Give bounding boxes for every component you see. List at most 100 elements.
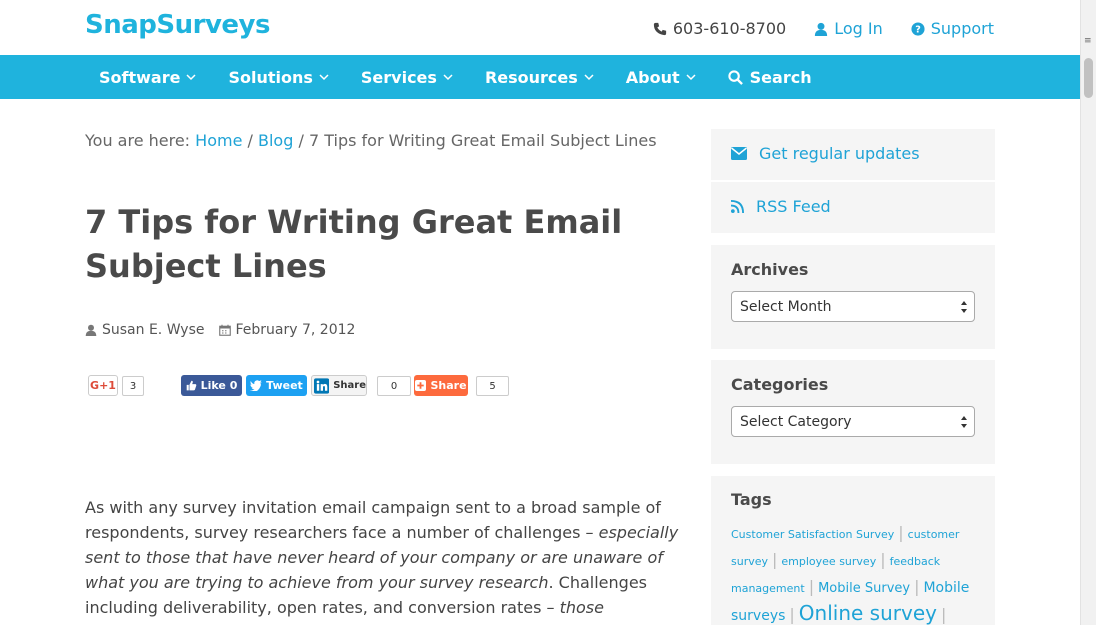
nav-search[interactable]: Search [728,68,812,87]
tag-separator: | [914,577,920,596]
rss-icon [731,200,744,213]
rss-feed-label: RSS Feed [756,197,831,216]
logo-surveys: Surveys [156,10,270,40]
tag-separator: | [880,550,886,569]
page-title: 7 Tips for Writing Great Email Subject L… [85,203,623,285]
plus-box-icon [415,380,427,391]
support-link[interactable]: ? Support [911,19,994,38]
breadcrumb-separator: / [298,131,304,150]
categories-heading: Categories [731,375,829,394]
thumbs-up-icon [186,380,196,391]
calendar-icon [218,324,231,336]
linkedin-share-count: 0 [377,376,411,396]
nav-item-resources[interactable]: Resources [485,68,594,87]
breadcrumb-current: 7 Tips for Writing Great Email Subject L… [308,131,657,150]
user-icon [85,324,97,336]
categories-select[interactable]: Select Category [731,406,975,437]
google-plus-count: 3 [122,376,144,396]
sidebar-archives-box: Archives Select Month [711,245,995,349]
envelope-icon [731,147,747,160]
tag-separator: | [772,550,778,569]
breadcrumb-separator: / [247,131,253,150]
google-plus-button[interactable]: G+1 [88,375,118,396]
addthis-share-label: Share [430,379,467,392]
site-header: SnapSurveys 603-610-8700 Log In ? Suppor… [0,0,1080,55]
chevron-down-icon [686,74,696,81]
nav-item-about[interactable]: About [626,68,696,87]
chevron-down-icon [584,74,594,81]
nav-item-label: About [625,67,680,87]
question-circle-icon: ? [911,21,925,36]
linkedin-share-button[interactable]: Share [311,375,367,396]
linkedin-icon [314,377,330,394]
tag-link[interactable]: employee survey [781,555,876,568]
logo-snap: Snap [85,10,157,40]
main-nav: Software Solutions Services Resources Ab… [0,55,1080,99]
sidebar-updates-box: Get regular updates [711,129,995,180]
addthis-share-button[interactable]: Share [414,375,468,396]
tag-separator: | [789,605,795,624]
support-label: Support [930,19,994,38]
sidebar-rss-box: RSS Feed [711,182,995,233]
sidebar-tags-box: Tags Customer Satisfaction Survey | custom… [711,476,995,625]
page-scrollbar[interactable]: ≡ [1080,0,1096,625]
nav-item-services[interactable]: Services [361,68,453,87]
select-arrows-icon [961,301,967,313]
get-updates-label: Get regular updates [759,144,920,163]
select-arrows-icon [961,416,967,428]
facebook-like-label: Like 0 [200,379,238,392]
login-link[interactable]: Log In [814,19,883,38]
author-meta: Susan E. Wyse [85,322,205,338]
breadcrumb-prefix: You are here: [85,131,191,150]
nav-item-label: Solutions [228,67,313,87]
google-plus-label: G+1 [90,379,116,392]
sidebar-categories-box: Categories Select Category [711,360,995,464]
article-meta: Susan E. Wyse February 7, 2012 [85,322,355,338]
tweet-button[interactable]: Tweet [246,375,307,396]
nav-item-label: Software [99,67,181,87]
archives-select[interactable]: Select Month [731,291,975,322]
twitter-bird-icon [250,380,263,391]
rss-feed-link[interactable]: RSS Feed [731,197,831,216]
login-label: Log In [834,19,883,38]
author-name: Susan E. Wyse [102,322,205,338]
breadcrumb-home[interactable]: Home [195,131,242,150]
tag-separator: | [898,523,904,542]
article-body: As with any survey invitation email camp… [85,495,685,625]
nav-item-software[interactable]: Software [99,68,196,87]
breadcrumb-blog[interactable]: Blog [258,131,293,150]
tweet-label: Tweet [266,379,303,392]
tag-link[interactable]: Mobile Survey [818,581,910,596]
chevron-down-icon [186,74,196,81]
nav-items: Software Solutions Services Resources Ab… [99,55,812,99]
linkedin-share-label: Share [333,380,366,391]
body-text: As with any survey invitation email camp… [85,498,661,542]
phone-icon [653,22,666,35]
categories-select-value: Select Category [740,413,852,430]
nav-item-label: Services [360,67,437,87]
archives-select-value: Select Month [740,298,832,315]
date-meta: February 7, 2012 [218,322,356,338]
chevron-down-icon [319,74,329,81]
header-links: 603-610-8700 Log In ? Support [653,19,994,38]
breadcrumb: You are here: Home / Blog / 7 Tips for W… [85,131,657,150]
nav-search-label: Search [749,67,812,87]
search-icon [728,69,743,85]
scroll-thumb[interactable] [1084,58,1093,98]
nav-item-label: Resources [484,67,578,87]
tag-separator: | [940,605,947,624]
tag-separator: | [808,577,815,596]
addthis-share-count: 5 [476,376,509,396]
site-logo[interactable]: SnapSurveys [85,10,270,40]
nav-item-solutions[interactable]: Solutions [228,67,329,87]
archives-heading: Archives [731,260,809,279]
chevron-down-icon [443,74,453,81]
facebook-like-button[interactable]: Like 0 [181,375,242,396]
tag-link[interactable]: Customer Satisfaction Survey [731,528,894,541]
post-date: February 7, 2012 [235,322,356,338]
phone-link[interactable]: 603-610-8700 [653,19,786,38]
phone-number: 603-610-8700 [672,19,787,38]
get-updates-link[interactable]: Get regular updates [731,144,920,163]
svg-text:?: ? [915,24,921,35]
tag-link[interactable]: Online survey [799,601,937,625]
